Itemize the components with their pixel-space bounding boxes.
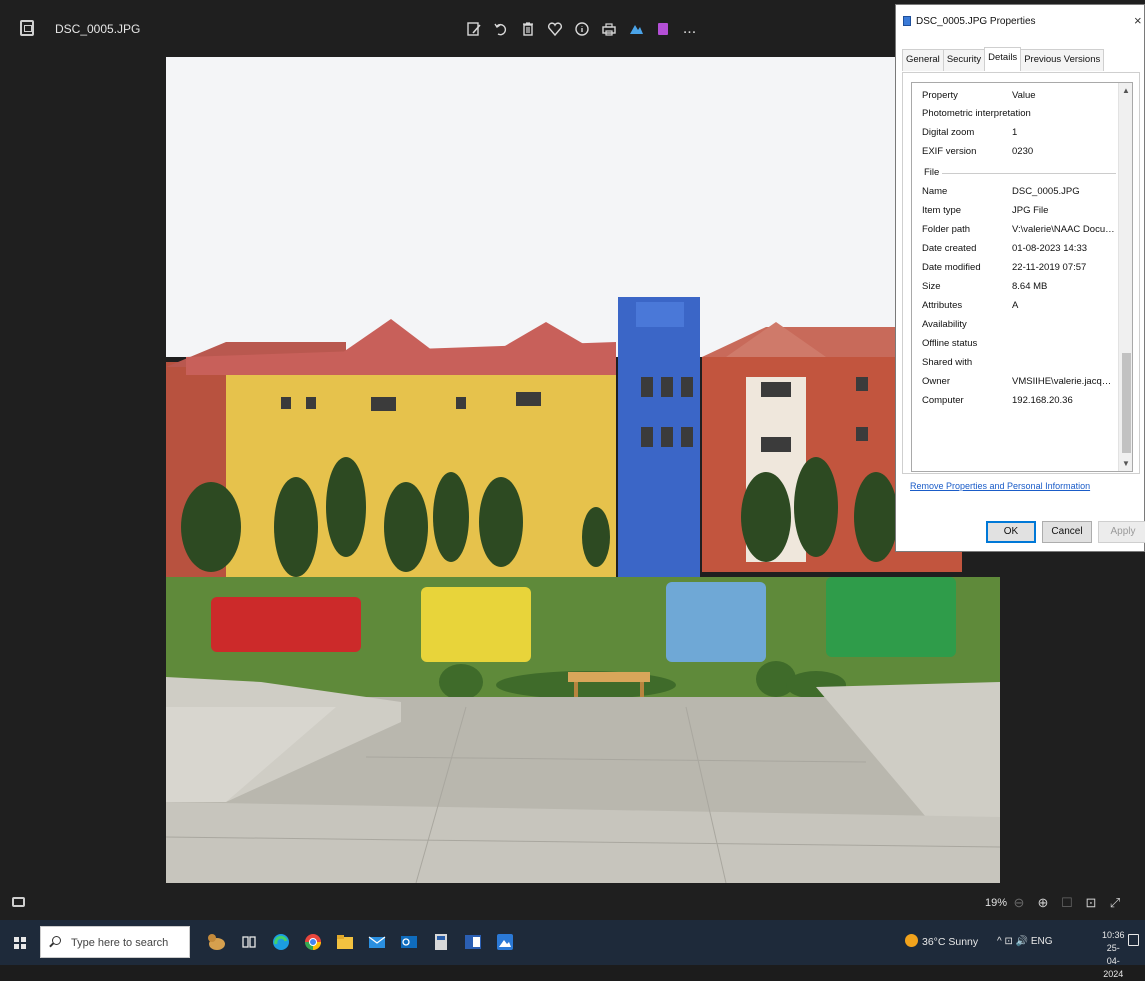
filmstrip-icon[interactable] (12, 897, 25, 907)
dialog-title: DSC_0005.JPG Properties (916, 16, 1036, 27)
file-icon (903, 16, 911, 26)
actual-size-icon[interactable]: ☐ (1055, 893, 1079, 913)
tray-icons[interactable]: ^ ⊡ 🔊 ENG (997, 936, 1053, 947)
property-row[interactable]: Digital zoom 1 (912, 124, 1117, 143)
zoom-out-icon[interactable]: ⊖ (1007, 893, 1031, 913)
clock[interactable]: 10:36 25-04-2024 (1102, 929, 1125, 981)
photos-app-icon (20, 20, 34, 36)
details-panel: Property Value Photometric interpretatio… (902, 72, 1140, 474)
group-header-file: File (924, 167, 1116, 179)
ok-button[interactable]: OK (986, 521, 1036, 543)
fullscreen-icon[interactable]: ⤢ (1103, 893, 1127, 913)
property-row[interactable]: EXIF version 0230 (912, 143, 1117, 162)
favorite-icon[interactable] (541, 16, 568, 42)
campus-photo (166, 57, 1000, 883)
delete-icon[interactable] (514, 16, 541, 42)
properties-dialog: DSC_0005.JPG Properties × General Securi… (895, 4, 1145, 552)
tab-previous-versions[interactable]: Previous Versions (1020, 49, 1105, 71)
info-icon[interactable] (568, 16, 595, 42)
column-property[interactable]: Property (922, 90, 958, 101)
taskbar-search[interactable]: Type here to search (40, 926, 190, 958)
file-title: DSC_0005.JPG (55, 22, 141, 36)
chrome-icon[interactable] (301, 928, 325, 956)
scrollbar-thumb[interactable] (1122, 353, 1131, 453)
property-row[interactable]: Date modified 22-11-2019 07:57 (912, 259, 1117, 278)
property-row[interactable]: Shared with (912, 354, 1117, 373)
pinned-apps (205, 928, 517, 956)
weather-text[interactable]: 36°C Sunny (922, 936, 978, 948)
outlook-icon[interactable] (397, 928, 421, 956)
taskbar: Type here to search 36°C Sunny ^ ⊡ 🔊 ENG… (0, 920, 1145, 979)
edit-image-icon[interactable] (460, 16, 487, 42)
clock-date: 25-04-2024 (1103, 943, 1124, 979)
zoom-in-icon[interactable]: ⊕ (1031, 893, 1055, 913)
tab-general[interactable]: General (902, 49, 944, 71)
more-icon[interactable]: ... (676, 16, 703, 42)
dialog-title-bar[interactable]: DSC_0005.JPG Properties × (896, 5, 1145, 39)
close-icon[interactable]: × (1134, 13, 1142, 28)
property-row[interactable]: Item type JPG File (912, 202, 1117, 221)
property-list[interactable]: Property Value Photometric interpretatio… (911, 82, 1133, 472)
edit-app-icon[interactable] (622, 16, 649, 42)
clock-time: 10:36 (1102, 930, 1125, 940)
property-row[interactable]: Attributes A (912, 297, 1117, 316)
search-icon (52, 936, 61, 945)
sun-icon[interactable] (905, 934, 918, 947)
viewer-bottom-bar: 19% ⊖ ⊕ ☐ ⊡ ⤢ (0, 883, 1145, 920)
property-row[interactable]: Availability (912, 316, 1117, 335)
windows-start-icon[interactable] (14, 937, 26, 949)
notification-icon[interactable] (1128, 934, 1139, 946)
remove-properties-link[interactable]: Remove Properties and Personal Informati… (910, 481, 1090, 491)
property-row[interactable]: Owner VMSIIHE\valerie.jacques (912, 373, 1117, 392)
photos-taskbar-icon[interactable] (493, 928, 517, 956)
file-explorer-icon[interactable] (333, 928, 357, 956)
column-value[interactable]: Value (1012, 90, 1036, 101)
word-icon[interactable] (461, 928, 485, 956)
print-icon[interactable] (595, 16, 622, 42)
property-row[interactable]: Size 8.64 MB (912, 278, 1117, 297)
cancel-button[interactable]: Cancel (1042, 521, 1092, 543)
property-row[interactable]: Folder pathV:\valerie\NAAC Documen... (912, 221, 1117, 240)
zoom-controls: ⊖ ⊕ ☐ ⊡ ⤢ (1007, 893, 1127, 913)
tab-security[interactable]: Security (942, 49, 986, 71)
rotate-icon[interactable] (487, 16, 514, 42)
mail-icon[interactable] (365, 928, 389, 956)
dialog-tabs: General Security Details Previous Versio… (902, 47, 1105, 71)
vertical-scrollbar[interactable]: ▲ ▼ (1118, 83, 1132, 471)
search-placeholder: Type here to search (71, 937, 169, 949)
zoom-level: 19% (985, 897, 1008, 909)
property-row[interactable]: Photometric interpretation (912, 105, 1117, 124)
edge-icon[interactable] (269, 928, 293, 956)
list-header: Property Value (912, 83, 1117, 105)
dog-widget-icon[interactable] (205, 928, 229, 956)
clipchamp-icon[interactable] (649, 16, 676, 42)
calculator-icon[interactable] (429, 928, 453, 956)
scroll-up-icon[interactable]: ▲ (1122, 86, 1130, 95)
property-row[interactable]: Date created 01-08-2023 14:33 (912, 240, 1117, 259)
apply-button[interactable]: Apply (1098, 521, 1145, 543)
property-row[interactable]: Offline status (912, 335, 1117, 354)
tab-details[interactable]: Details (984, 47, 1022, 69)
property-row[interactable]: Name DSC_0005.JPG (912, 183, 1117, 202)
viewer-toolbar: ... (460, 16, 703, 42)
fit-window-icon[interactable]: ⊡ (1079, 893, 1103, 913)
property-row[interactable]: Computer 192.168.20.36 (912, 392, 1117, 411)
scroll-down-icon[interactable]: ▼ (1122, 459, 1130, 468)
task-view-icon[interactable] (237, 928, 261, 956)
